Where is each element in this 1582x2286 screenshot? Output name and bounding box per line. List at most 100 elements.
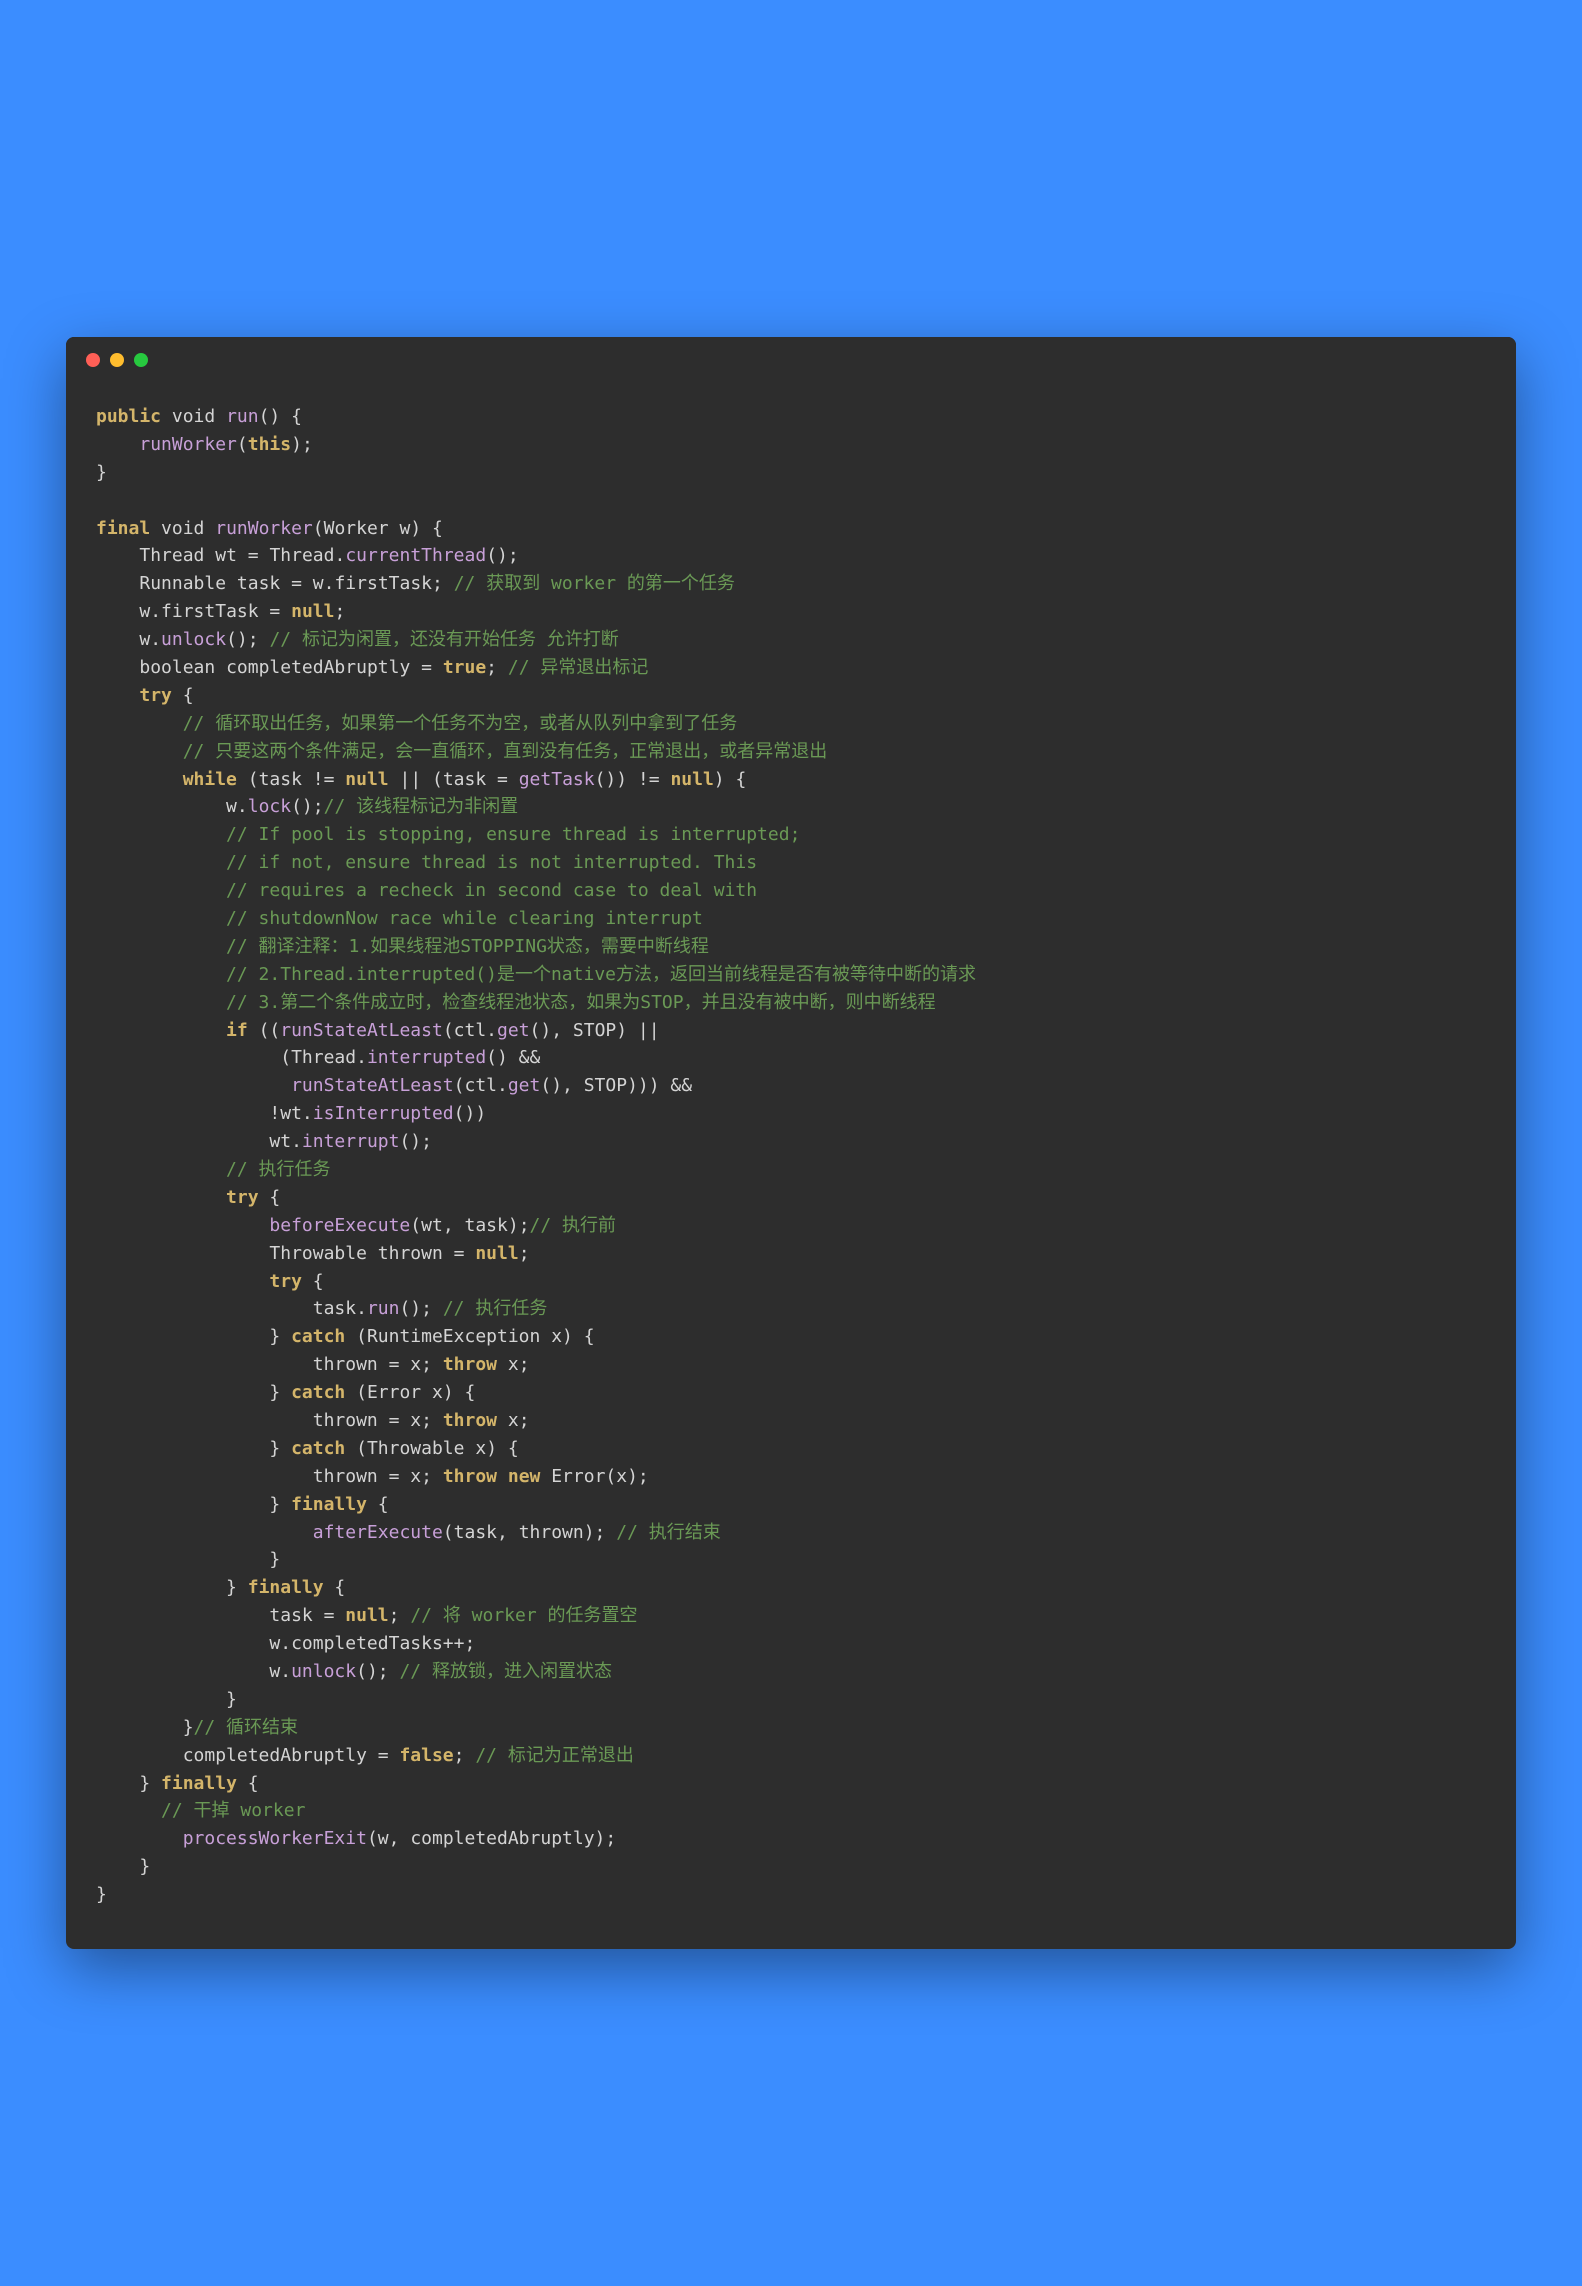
variable: wt xyxy=(280,1103,302,1124)
comment: // shutdownNow race while clearing inter… xyxy=(226,908,703,929)
type: Runnable xyxy=(139,573,226,594)
operator: = xyxy=(237,545,270,566)
punctuation: ( xyxy=(443,1522,454,1543)
operator: = xyxy=(378,1410,411,1431)
punctuation: ) { xyxy=(443,1382,476,1403)
method-call: currentThread xyxy=(345,545,486,566)
variable: task xyxy=(465,1215,508,1236)
variable: w xyxy=(313,573,324,594)
type: void xyxy=(172,406,215,427)
variable: thrown xyxy=(313,1410,378,1431)
keyword: finally xyxy=(161,1773,237,1794)
punctuation: ; xyxy=(421,1466,443,1487)
close-icon[interactable] xyxy=(86,353,100,367)
punctuation: } xyxy=(96,462,107,483)
method-call: lock xyxy=(248,796,291,817)
type: Thread xyxy=(269,545,334,566)
method-call: get xyxy=(497,1020,530,1041)
keyword: try xyxy=(226,1187,259,1208)
punctuation: (); xyxy=(356,1661,399,1682)
keyword: true xyxy=(443,657,486,678)
keyword: catch xyxy=(291,1382,345,1403)
method-call: processWorkerExit xyxy=(183,1828,367,1849)
type: Thread xyxy=(291,1047,356,1068)
punctuation: } xyxy=(269,1326,291,1347)
constant: STOP xyxy=(584,1075,627,1096)
variable: x xyxy=(410,1354,421,1375)
operator: = xyxy=(367,1745,400,1766)
variable: completedAbruptly xyxy=(226,657,410,678)
operator: = xyxy=(443,1243,476,1264)
comment: // 只要这两个条件满足，会一直循环，直到没有任务，正常退出，或者异常退出 xyxy=(183,741,828,762)
punctuation: . xyxy=(291,1131,302,1152)
variable: x xyxy=(616,1466,627,1487)
code-window: public void run() { runWorker(this); } f… xyxy=(66,337,1516,1949)
method-call: runStateAtLeast xyxy=(291,1075,454,1096)
comment: // 执行结束 xyxy=(616,1522,721,1543)
punctuation: { xyxy=(172,685,194,706)
method-call: isInterrupted xyxy=(313,1103,454,1124)
comment: // 翻译注释：1.如果线程池STOPPING状态，需要中断线程 xyxy=(226,936,709,957)
punctuation: . xyxy=(237,796,248,817)
punctuation: ( xyxy=(443,1020,454,1041)
punctuation: { xyxy=(302,1271,324,1292)
punctuation: . xyxy=(356,1047,367,1068)
variable: task xyxy=(443,769,486,790)
punctuation: . xyxy=(280,1633,291,1654)
variable: x xyxy=(410,1466,421,1487)
variable: task xyxy=(237,573,280,594)
keyword: null xyxy=(670,769,713,790)
punctuation: . xyxy=(497,1075,508,1096)
punctuation: ; xyxy=(519,1410,530,1431)
punctuation: } xyxy=(269,1494,291,1515)
variable: x xyxy=(508,1354,519,1375)
comment: // 将 worker 的任务置空 xyxy=(410,1605,637,1626)
punctuation: (( xyxy=(248,1020,281,1041)
variable: ctl xyxy=(464,1075,497,1096)
space xyxy=(497,1466,508,1487)
punctuation: . xyxy=(302,1103,313,1124)
minimize-icon[interactable] xyxy=(110,353,124,367)
maximize-icon[interactable] xyxy=(134,353,148,367)
method-call: run xyxy=(367,1298,400,1319)
operator: = xyxy=(486,769,519,790)
variable: x xyxy=(432,1382,443,1403)
punctuation: ); xyxy=(584,1522,617,1543)
variable: task xyxy=(454,1522,497,1543)
punctuation: ); xyxy=(291,434,313,455)
type: Error xyxy=(551,1466,605,1487)
type: Throwable xyxy=(367,1438,465,1459)
punctuation: (), xyxy=(530,1020,573,1041)
keyword: finally xyxy=(291,1494,367,1515)
comment: // 3.第二个条件成立时，检查线程池状态，如果为STOP，并且没有被中断，则中… xyxy=(226,992,936,1013)
type: void xyxy=(161,518,204,539)
operator: = xyxy=(280,573,313,594)
punctuation: ))) && xyxy=(627,1075,692,1096)
punctuation: ) { xyxy=(486,1438,519,1459)
comment: // 标记为正常退出 xyxy=(475,1745,634,1766)
punctuation: ( xyxy=(313,518,324,539)
punctuation: ; xyxy=(421,1410,443,1431)
variable: completedAbruptly xyxy=(183,1745,367,1766)
variable: x xyxy=(410,1410,421,1431)
variable: task xyxy=(269,1605,312,1626)
keyword: catch xyxy=(291,1438,345,1459)
method-call: unlock xyxy=(161,629,226,650)
punctuation: ) { xyxy=(410,518,443,539)
punctuation: (); xyxy=(399,1131,432,1152)
keyword: null xyxy=(345,769,388,790)
variable: thrown xyxy=(378,1243,443,1264)
punctuation: } xyxy=(183,1717,194,1738)
variable: wt xyxy=(215,545,237,566)
punctuation: { xyxy=(237,1773,259,1794)
keyword: null xyxy=(291,601,334,622)
keyword: try xyxy=(139,685,172,706)
punctuation: ( xyxy=(345,1326,367,1347)
keyword: new xyxy=(508,1466,541,1487)
variable: thrown xyxy=(313,1466,378,1487)
punctuation: ) { xyxy=(714,769,747,790)
punctuation: . xyxy=(150,629,161,650)
punctuation: } xyxy=(269,1549,280,1570)
parameter: w xyxy=(400,518,411,539)
operator: = xyxy=(378,1354,411,1375)
